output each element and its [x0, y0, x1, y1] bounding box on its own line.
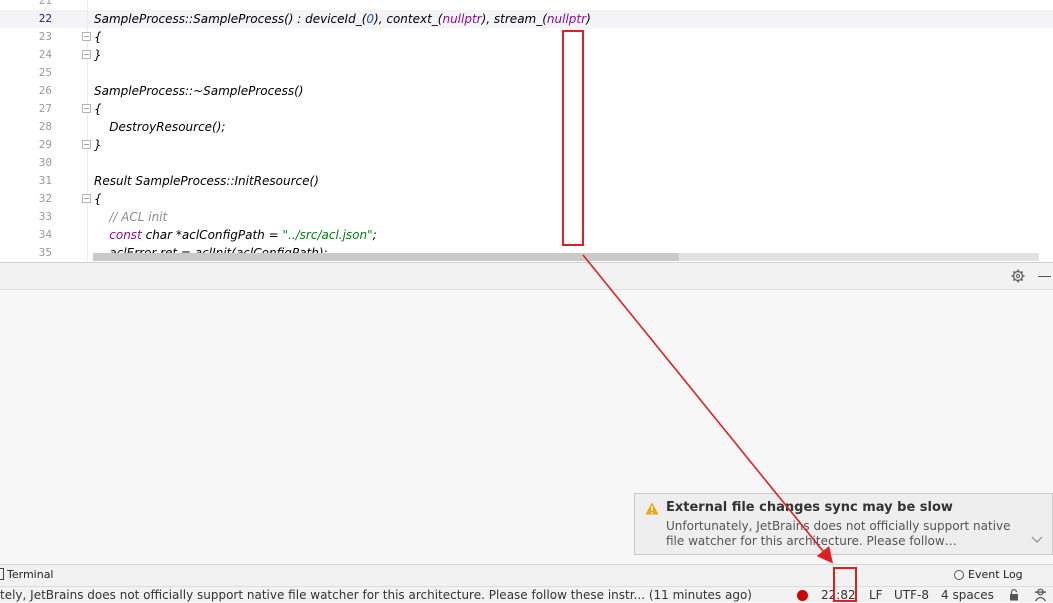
code-line[interactable]: 22 SampleProcess::SampleProcess() : devic… — [0, 10, 1053, 28]
notification-balloon[interactable]: External file changes sync may be slow U… — [634, 493, 1053, 555]
horizontal-scrollbar-remainder — [679, 253, 1039, 261]
tab-event-log-label: Event Log — [968, 568, 1023, 581]
annotation-box-status — [833, 567, 857, 602]
fold-marker-icon[interactable]: − — [82, 194, 91, 203]
indent-setting[interactable]: 4 spaces — [941, 587, 994, 603]
code-text: { — [94, 192, 102, 206]
line-number: 22 — [38, 12, 52, 25]
code-text: } — [94, 138, 102, 152]
code-text: SampleProcess::SampleProcess() : deviceI… — [94, 12, 591, 26]
file-encoding[interactable]: UTF-8 — [894, 587, 929, 603]
code-line[interactable]: 34 const char *aclConfigPath = "../src/a… — [0, 226, 1053, 244]
fold-marker-icon[interactable]: − — [82, 32, 91, 41]
code-line[interactable]: 26 SampleProcess::~SampleProcess() — [0, 82, 1053, 100]
event-log-icon — [954, 570, 964, 580]
tool-window-header — [0, 262, 1053, 290]
fold-marker-icon[interactable]: − — [82, 104, 91, 113]
code-line[interactable]: 33 // ACL init — [0, 208, 1053, 226]
line-number: 34 — [38, 228, 52, 241]
code-editor[interactable]: 2122 SampleProcess::SampleProcess() : dev… — [0, 0, 1053, 262]
code-text: DestroyResource(); — [94, 120, 226, 134]
code-text: } — [94, 48, 102, 62]
line-number: 31 — [38, 174, 52, 187]
code-line[interactable]: 30 — [0, 154, 1053, 172]
code-line[interactable]: 31 Result SampleProcess::InitResource() — [0, 172, 1053, 190]
error-indicator-icon[interactable] — [797, 590, 808, 601]
code-line[interactable]: 32 −{ — [0, 190, 1053, 208]
line-number: 27 — [38, 102, 52, 115]
notification-title: External file changes sync may be slow — [666, 500, 953, 515]
code-line[interactable]: 24 −} — [0, 46, 1053, 64]
line-number: 32 — [38, 192, 52, 205]
lock-icon[interactable] — [1009, 589, 1019, 601]
code-line[interactable]: 27 −{ — [0, 100, 1053, 118]
code-text: const char *aclConfigPath = "../src/acl.… — [109, 228, 377, 242]
line-number: 35 — [38, 246, 52, 259]
code-text: Result SampleProcess::InitResource() — [94, 174, 319, 188]
annotation-box-code — [562, 30, 584, 246]
code-line[interactable]: 29 −} — [0, 136, 1053, 154]
tool-window-bar: Terminal Event Log — [0, 564, 1053, 586]
line-number: 29 — [38, 138, 52, 151]
horizontal-scrollbar-thumb[interactable] — [93, 253, 679, 261]
gear-icon[interactable] — [1011, 269, 1025, 283]
minimize-icon[interactable] — [1038, 276, 1051, 277]
tab-terminal[interactable]: Terminal — [0, 568, 54, 581]
line-number: 28 — [38, 120, 52, 133]
code-text: // ACL init — [94, 210, 168, 224]
tab-event-log[interactable]: Event Log — [954, 568, 1023, 581]
status-bar: tely, JetBrains does not officially supp… — [0, 586, 1053, 602]
warning-icon — [645, 502, 659, 515]
code-line[interactable]: 25 — [0, 64, 1053, 82]
terminal-icon — [0, 568, 4, 580]
fold-marker-icon[interactable]: − — [82, 50, 91, 59]
fold-marker-icon[interactable]: − — [82, 140, 91, 149]
code-line[interactable]: 23 −{ — [0, 28, 1053, 46]
line-number: 25 — [38, 66, 52, 79]
line-number: 26 — [38, 84, 52, 97]
chevron-down-icon[interactable] — [1031, 536, 1043, 544]
line-number: 24 — [38, 48, 52, 61]
code-text: { — [94, 30, 102, 44]
line-number: 30 — [38, 156, 52, 169]
line-number: 33 — [38, 210, 52, 223]
notification-body[interactable]: Unfortunately, JetBrains does not offici… — [666, 519, 1016, 549]
line-separator[interactable]: LF — [869, 587, 883, 603]
tab-terminal-label: Terminal — [7, 568, 54, 581]
code-text: { — [94, 102, 102, 116]
line-number: 23 — [38, 30, 52, 43]
code-text: SampleProcess::~SampleProcess() — [94, 84, 304, 98]
line-number: 21 — [38, 0, 52, 7]
code-line[interactable]: 28 DestroyResource(); — [0, 118, 1053, 136]
status-message[interactable]: tely, JetBrains does not officially supp… — [0, 587, 752, 603]
hector-icon[interactable] — [1034, 588, 1047, 602]
code-line[interactable]: 21 — [0, 0, 1053, 10]
